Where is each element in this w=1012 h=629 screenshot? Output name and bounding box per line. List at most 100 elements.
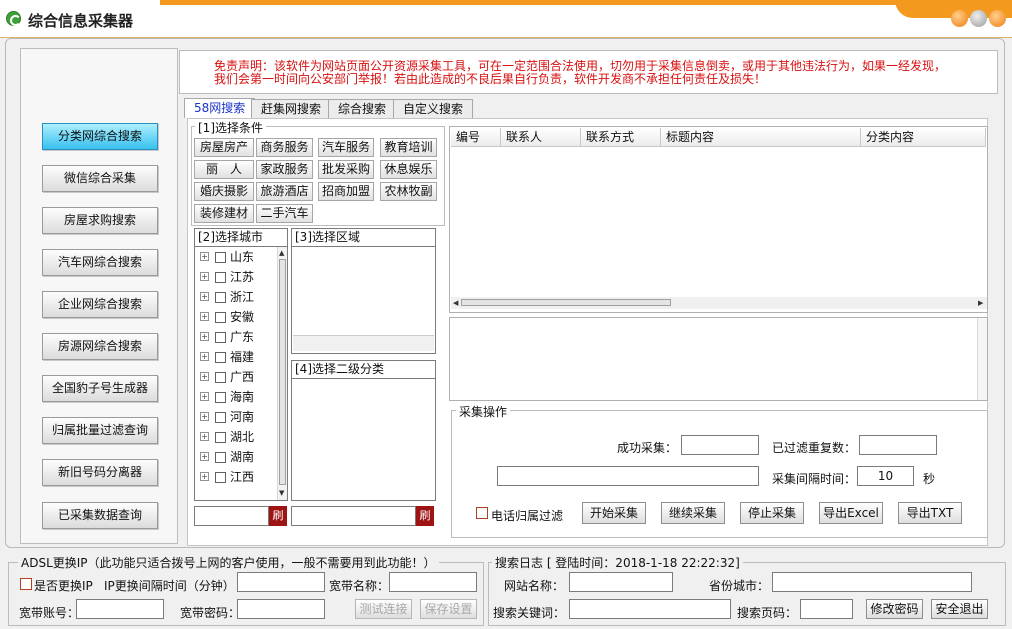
conditions-title: [1]选择条件 — [195, 119, 266, 136]
nav-batch-filter-button[interactable]: 归属批量过滤查询 — [42, 417, 158, 444]
close-icon[interactable] — [989, 10, 1006, 27]
column-header-category[interactable]: 分类内容 — [861, 128, 986, 147]
category-franchise[interactable]: 招商加盟 — [318, 182, 374, 201]
category-car-service[interactable]: 汽车服务 — [318, 138, 374, 157]
expand-icon[interactable]: + — [200, 252, 209, 261]
broadband-name-input[interactable] — [389, 572, 477, 592]
log-textarea[interactable] — [449, 317, 988, 401]
city-search-input[interactable] — [194, 506, 269, 526]
expand-icon[interactable]: + — [200, 452, 209, 461]
subcategory-list[interactable] — [291, 378, 436, 501]
area-list[interactable] — [291, 246, 436, 354]
nav-company-search-button[interactable]: 企业网综合搜索 — [42, 291, 158, 318]
checkbox[interactable] — [215, 312, 226, 323]
area-search-input[interactable] — [291, 506, 416, 526]
nav-lucky-number-button[interactable]: 全国豹子号生成器 — [42, 375, 158, 402]
category-agriculture[interactable]: 农林牧副 — [380, 182, 437, 201]
checkbox[interactable] — [215, 272, 226, 283]
expand-icon[interactable]: + — [200, 392, 209, 401]
checkbox[interactable] — [215, 392, 226, 403]
interval-label: 采集间隔时间： — [772, 472, 857, 486]
category-real-estate[interactable]: 房屋房产 — [194, 138, 254, 157]
expand-icon[interactable]: + — [200, 432, 209, 441]
column-header-id[interactable]: 编号 — [451, 128, 501, 147]
scroll-thumb[interactable] — [279, 259, 286, 485]
checkbox[interactable] — [215, 372, 226, 383]
tab-58-search[interactable]: 58网搜索 — [184, 98, 256, 118]
scroll-down-icon[interactable]: ▼ — [279, 489, 284, 497]
results-table[interactable]: 编号 联系人 联系方式 标题内容 分类内容 ◀ ▶ — [449, 126, 988, 313]
page-number-label: 搜索页码： — [737, 606, 798, 620]
checkbox[interactable] — [215, 352, 226, 363]
export-txt-button[interactable]: 导出TXT — [898, 502, 962, 524]
category-entertainment[interactable]: 休息娱乐 — [380, 160, 437, 179]
interval-input[interactable]: 10 — [857, 466, 914, 486]
expand-icon[interactable]: + — [200, 292, 209, 301]
minimize-icon[interactable] — [951, 10, 968, 27]
expand-icon[interactable]: + — [200, 352, 209, 361]
switch-ip-checkbox[interactable] — [20, 578, 32, 590]
phone-filter-checkbox[interactable] — [476, 507, 488, 519]
area-refresh-button[interactable]: 刷 — [416, 506, 434, 526]
category-used-car[interactable]: 二手汽车 — [256, 204, 313, 223]
tab-custom-search[interactable]: 自定义搜索 — [393, 99, 474, 118]
nav-wechat-collect-button[interactable]: 微信综合采集 — [42, 165, 158, 192]
area-list-scrollbar[interactable] — [293, 335, 434, 351]
test-connection-button[interactable]: 测试连接 — [355, 599, 412, 619]
log-scrollbar[interactable] — [977, 318, 987, 400]
nav-car-search-button[interactable]: 汽车网综合搜索 — [42, 249, 158, 276]
expand-icon[interactable]: + — [200, 472, 209, 481]
column-header-contact[interactable]: 联系人 — [501, 128, 581, 147]
checkbox[interactable] — [215, 472, 226, 483]
scroll-up-icon[interactable]: ▲ — [279, 249, 284, 257]
broadband-account-input[interactable] — [76, 599, 164, 619]
expand-icon[interactable]: + — [200, 372, 209, 381]
continue-collect-button[interactable]: 继续采集 — [661, 502, 725, 524]
column-header-title[interactable]: 标题内容 — [661, 128, 861, 147]
start-collect-button[interactable]: 开始采集 — [582, 502, 646, 524]
checkbox[interactable] — [215, 452, 226, 463]
nav-classified-search-button[interactable]: 分类网综合搜索 — [42, 123, 158, 150]
filtered-count-label: 已过滤重复数： — [772, 441, 857, 455]
category-business-service[interactable]: 商务服务 — [256, 138, 313, 157]
category-education[interactable]: 教育培训 — [380, 138, 437, 157]
category-travel-hotel[interactable]: 旅游酒店 — [256, 182, 313, 201]
category-housekeeping[interactable]: 家政服务 — [256, 160, 313, 179]
save-settings-button[interactable]: 保存设置 — [420, 599, 477, 619]
checkbox[interactable] — [215, 332, 226, 343]
stop-collect-button[interactable]: 停止采集 — [740, 502, 804, 524]
scroll-left-icon[interactable]: ◀ — [453, 299, 458, 307]
nav-housing-search-button[interactable]: 房源网综合搜索 — [42, 333, 158, 360]
expand-icon[interactable]: + — [200, 312, 209, 321]
change-password-button[interactable]: 修改密码 — [866, 599, 923, 619]
results-hscrollbar[interactable]: ◀ ▶ — [451, 297, 987, 309]
site-name-field — [569, 572, 673, 592]
nav-number-split-button[interactable]: 新旧号码分离器 — [42, 459, 158, 486]
category-wedding-photo[interactable]: 婚庆摄影 — [194, 182, 254, 201]
tab-combined-search[interactable]: 综合搜索 — [328, 99, 397, 118]
city-tree-scrollbar[interactable]: ▲ ▼ — [277, 247, 287, 500]
category-wholesale[interactable]: 批发采购 — [318, 160, 374, 179]
scroll-thumb[interactable] — [461, 299, 671, 306]
broadband-password-input[interactable] — [237, 599, 325, 619]
expand-icon[interactable]: + — [200, 272, 209, 281]
checkbox[interactable] — [215, 432, 226, 443]
checkbox[interactable] — [215, 292, 226, 303]
category-beauty[interactable]: 丽 人 — [194, 160, 254, 179]
city-tree[interactable]: + 山东 + 江苏 + 浙江 + 安徽 + 广东 + 福建 + 广西 + 海南 + 河南 + 湖北 … — [194, 246, 288, 501]
checkbox[interactable] — [215, 252, 226, 263]
checkbox[interactable] — [215, 412, 226, 423]
nav-house-wanted-button[interactable]: 房屋求购搜索 — [42, 207, 158, 234]
ip-interval-input[interactable] — [237, 572, 325, 592]
category-decoration[interactable]: 装修建材 — [194, 204, 254, 223]
tab-ganji-search[interactable]: 赶集网搜索 — [251, 99, 332, 118]
maximize-icon[interactable] — [970, 10, 987, 27]
city-refresh-button[interactable]: 刷 — [269, 506, 287, 526]
export-excel-button[interactable]: 导出Excel — [819, 502, 883, 524]
column-header-phone[interactable]: 联系方式 — [581, 128, 661, 147]
expand-icon[interactable]: + — [200, 412, 209, 421]
scroll-right-icon[interactable]: ▶ — [978, 299, 983, 307]
safe-exit-button[interactable]: 安全退出 — [931, 599, 988, 619]
expand-icon[interactable]: + — [200, 332, 209, 341]
nav-collected-data-button[interactable]: 已采集数据查询 — [42, 502, 158, 529]
